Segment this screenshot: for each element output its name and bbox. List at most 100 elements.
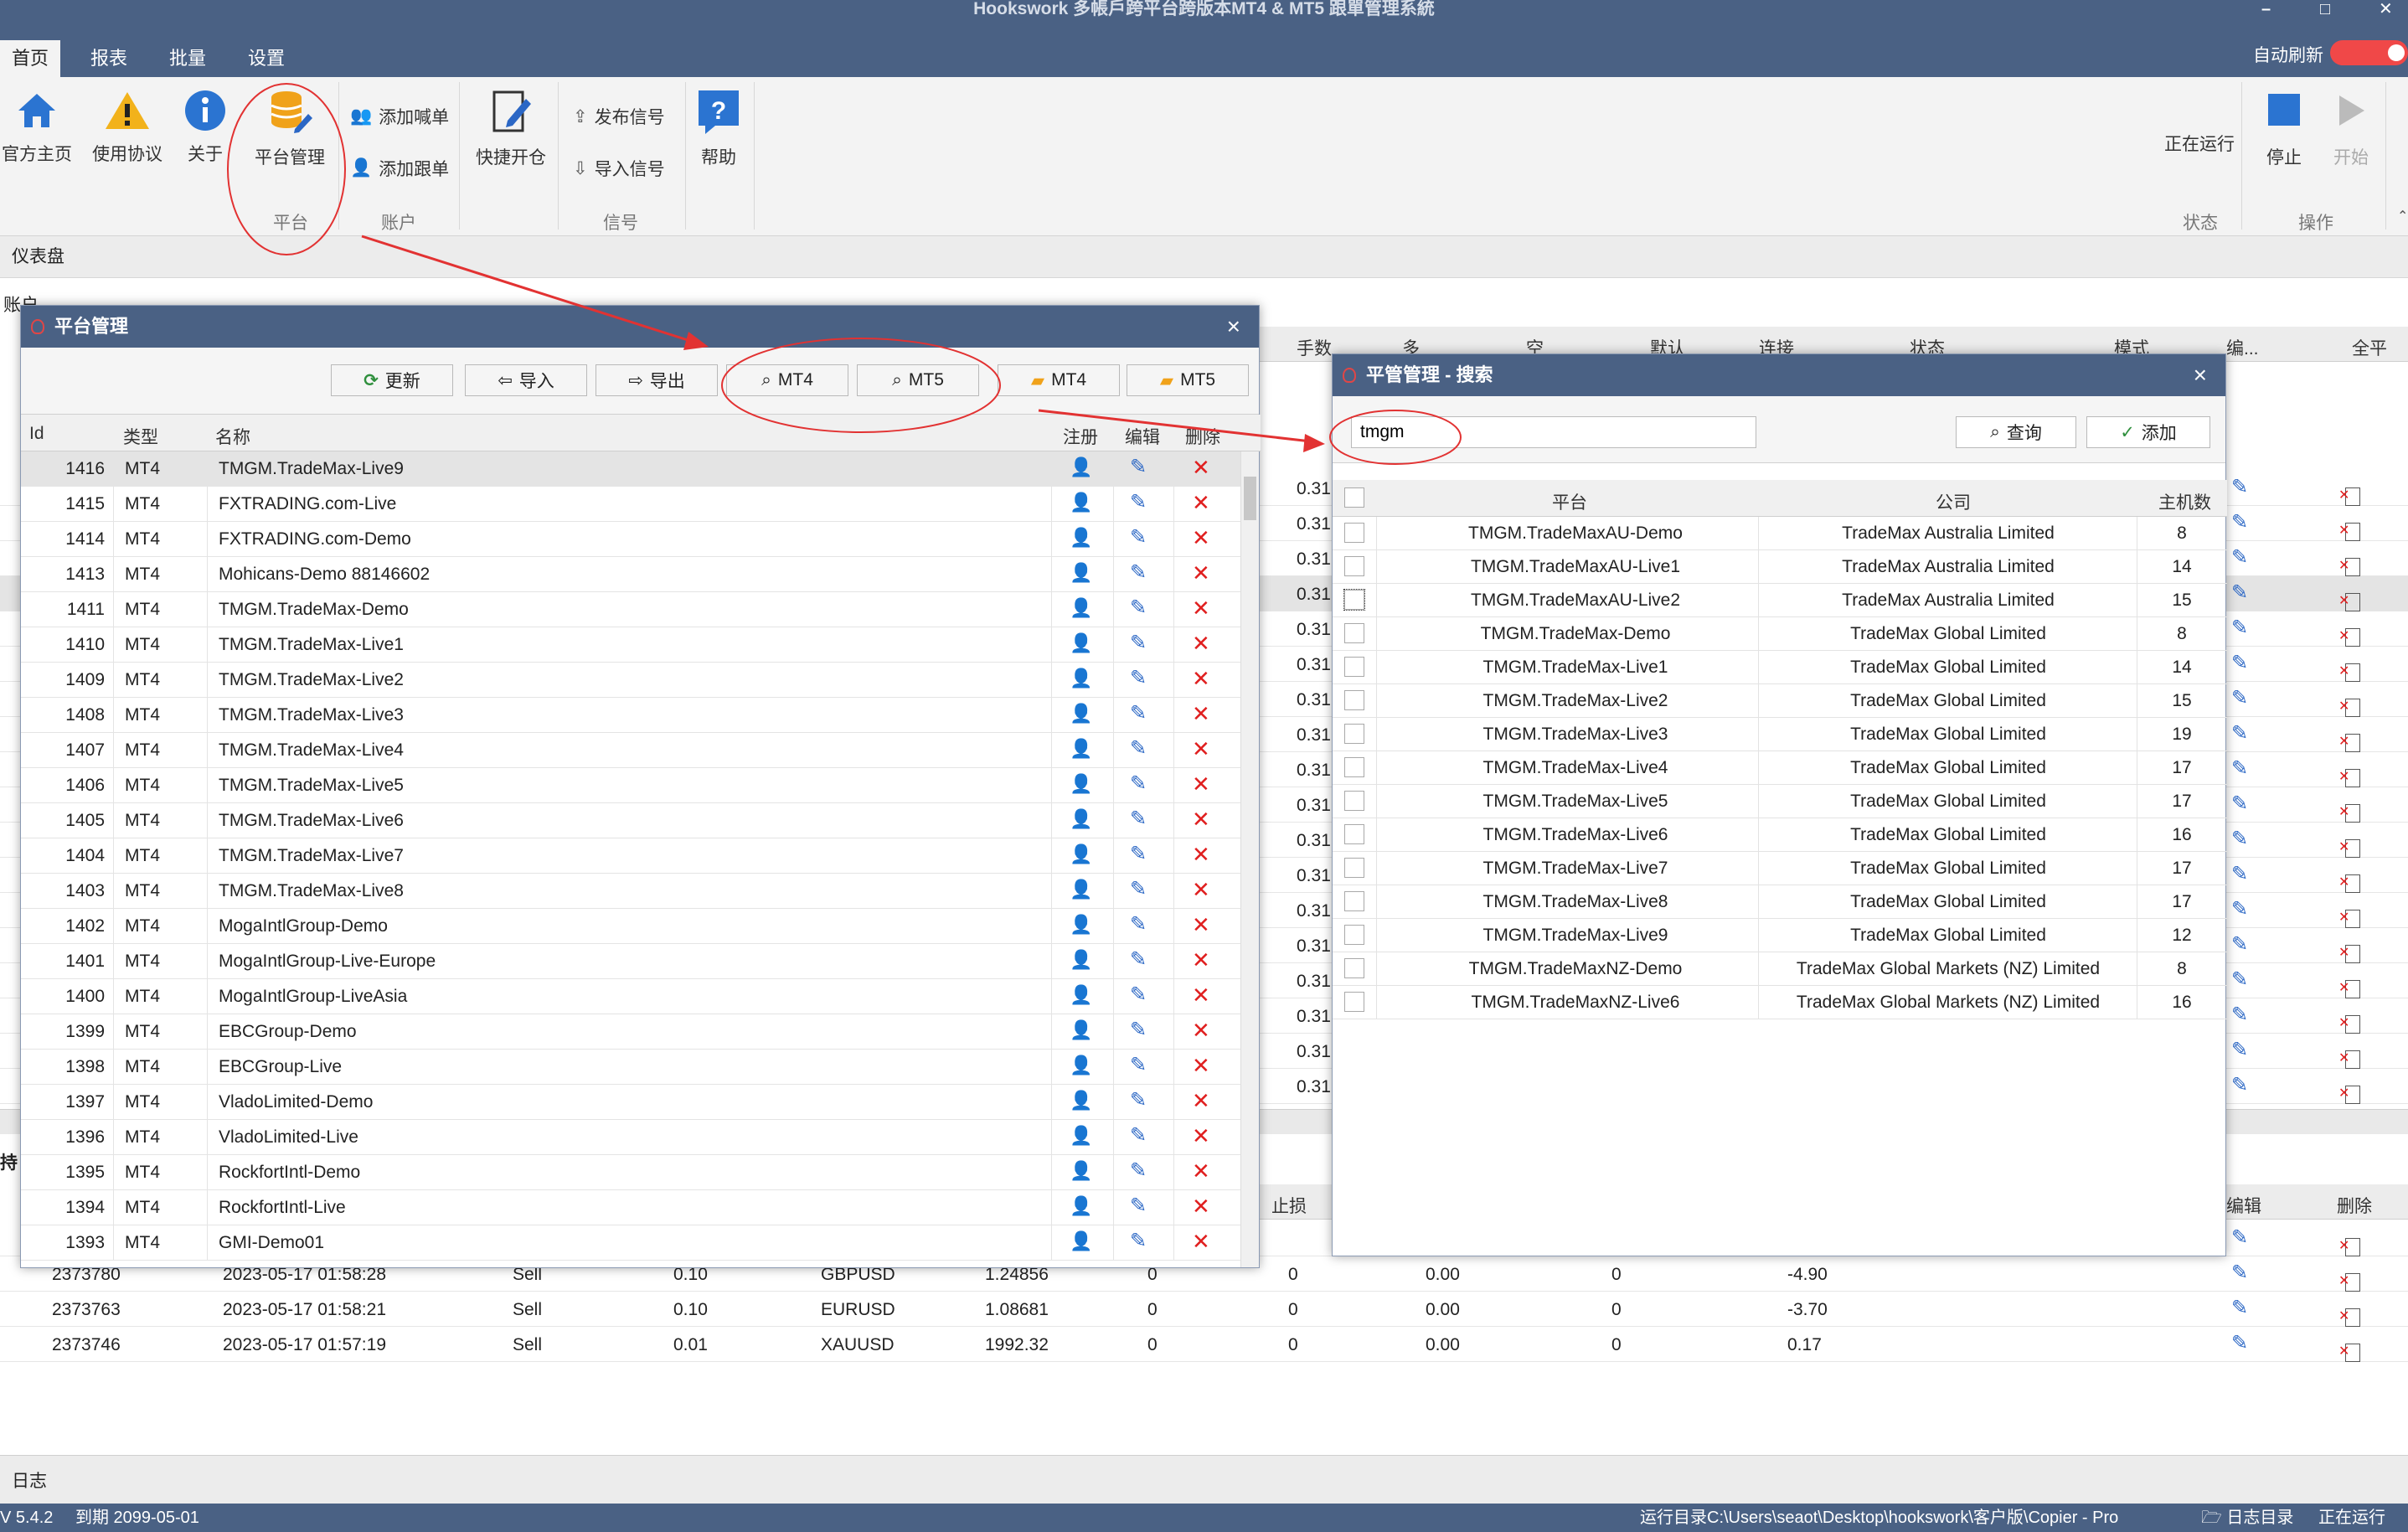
- start-button[interactable]: 开始: [2328, 94, 2374, 169]
- row-checkbox[interactable]: [1343, 589, 1365, 611]
- register-user-icon[interactable]: 👤: [1070, 740, 1092, 758]
- select-all-checkbox[interactable]: [1344, 487, 1364, 508]
- delete-icon[interactable]: ✕: [1192, 492, 1210, 513]
- platform-row[interactable]: 1410 MT4 TMGM.TradeMax-Live1 👤 ✎ ✕: [21, 627, 1240, 663]
- row-checkbox[interactable]: [1344, 958, 1364, 978]
- edit-icon[interactable]: ✎: [2231, 794, 2248, 814]
- delete-icon[interactable]: ✕: [1192, 879, 1210, 900]
- edit-icon[interactable]: ✎: [2231, 759, 2248, 779]
- delete-icon[interactable]: ✕: [1192, 527, 1210, 549]
- row-checkbox[interactable]: [1344, 690, 1364, 710]
- publish-signal-button[interactable]: ⇪ 发布信号: [573, 104, 665, 129]
- edit-icon[interactable]: ✎: [2231, 583, 2248, 603]
- edit-icon[interactable]: ✎: [1130, 633, 1147, 653]
- edit-icon[interactable]: ✎: [2231, 618, 2248, 638]
- delete-icon[interactable]: ✕: [1192, 984, 1210, 1006]
- edit-icon[interactable]: ✎: [1130, 774, 1147, 794]
- edit-icon[interactable]: ✎: [2231, 1040, 2248, 1060]
- edit-icon[interactable]: ✎: [2231, 689, 2248, 709]
- import-button[interactable]: ⇦ 导入: [465, 364, 587, 396]
- platform-row[interactable]: 1393 MT4 GMI-Demo01 👤 ✎ ✕: [21, 1225, 1240, 1261]
- register-user-icon[interactable]: 👤: [1070, 1162, 1092, 1180]
- stop-button[interactable]: 停止: [2261, 94, 2307, 169]
- search-result-row[interactable]: TMGM.TradeMax-Live7 TradeMax Global Limit…: [1333, 852, 2227, 885]
- search-result-row[interactable]: TMGM.TradeMax-Live8 TradeMax Global Limit…: [1333, 885, 2227, 919]
- delete-icon[interactable]: ✕: [1192, 632, 1210, 654]
- edit-icon[interactable]: ✎: [1130, 528, 1147, 548]
- maximize-button[interactable]: □: [2320, 0, 2330, 18]
- tab-settings[interactable]: 设置: [236, 40, 296, 77]
- register-user-icon[interactable]: 👤: [1070, 880, 1092, 899]
- register-user-icon[interactable]: 👤: [1070, 845, 1092, 864]
- position-row[interactable]: 2373746 2023-05-17 01:57:19 Sell 0.01 XAUUSD…: [0, 1327, 2408, 1362]
- platform-row[interactable]: 1404 MT4 TMGM.TradeMax-Live7 👤 ✎ ✕: [21, 838, 1240, 874]
- edit-icon[interactable]: ✎: [1130, 1020, 1147, 1040]
- platform-row[interactable]: 1399 MT4 EBCGroup-Demo 👤 ✎ ✕: [21, 1014, 1240, 1050]
- register-user-icon[interactable]: 👤: [1070, 669, 1092, 688]
- edit-icon[interactable]: ✎: [2231, 477, 2248, 498]
- register-user-icon[interactable]: 👤: [1070, 529, 1092, 547]
- register-user-icon[interactable]: 👤: [1070, 704, 1092, 723]
- row-checkbox[interactable]: [1344, 623, 1364, 643]
- platform-row[interactable]: 1395 MT4 RockfortIntl-Demo 👤 ✎ ✕: [21, 1155, 1240, 1190]
- search-result-row[interactable]: TMGM.TradeMax-Demo TradeMax Global Limite…: [1333, 617, 2227, 651]
- row-checkbox[interactable]: [1344, 891, 1364, 911]
- register-user-icon[interactable]: 👤: [1070, 986, 1092, 1004]
- register-user-icon[interactable]: 👤: [1070, 1127, 1092, 1145]
- row-checkbox[interactable]: [1344, 925, 1364, 945]
- close-platform-dialog-button[interactable]: ×: [1227, 306, 1240, 348]
- platform-row[interactable]: 1414 MT4 FXTRADING.com-Demo 👤 ✎ ✕: [21, 522, 1240, 557]
- add-button[interactable]: ✓ 添加: [2086, 416, 2210, 448]
- platform-row[interactable]: 1409 MT4 TMGM.TradeMax-Live2 👤 ✎ ✕: [21, 663, 1240, 698]
- edit-icon[interactable]: ✎: [1130, 950, 1147, 970]
- search-result-row[interactable]: TMGM.TradeMax-Live3 TradeMax Global Limit…: [1333, 718, 2227, 751]
- platform-row[interactable]: 1416 MT4 TMGM.TradeMax-Live9 👤 ✎ ✕: [21, 451, 1240, 487]
- tab-reports[interactable]: 报表: [79, 40, 139, 77]
- delete-icon[interactable]: ✕: [1192, 668, 1210, 689]
- refresh-button[interactable]: ⟳ 更新: [331, 364, 453, 396]
- run-directory-text[interactable]: 运行目录C:\Users\seaot\Desktop\hookswork\客户版…: [1640, 1504, 2118, 1532]
- edit-icon[interactable]: ✎: [1130, 1231, 1147, 1251]
- folder-mt5-button[interactable]: ▰ MT5: [1127, 364, 1249, 396]
- edit-icon[interactable]: ✎: [2231, 970, 2248, 990]
- platform-row[interactable]: 1398 MT4 EBCGroup-Live 👤 ✎ ✕: [21, 1050, 1240, 1085]
- quick-open-button[interactable]: 快捷开仓: [471, 89, 551, 169]
- row-checkbox[interactable]: [1344, 791, 1364, 811]
- register-user-icon[interactable]: 👤: [1070, 1056, 1092, 1075]
- platform-row[interactable]: 1402 MT4 MogaIntlGroup-Demo 👤 ✎ ✕: [21, 909, 1240, 944]
- delete-icon[interactable]: ✕: [1192, 703, 1210, 725]
- edit-icon[interactable]: ✎: [1130, 1161, 1147, 1181]
- edit-icon[interactable]: ✎: [1130, 1055, 1147, 1075]
- platform-row[interactable]: 1407 MT4 TMGM.TradeMax-Live4 👤 ✎ ✕: [21, 733, 1240, 768]
- platform-management-button[interactable]: 平台管理: [248, 89, 332, 169]
- edit-icon[interactable]: ✎: [2231, 864, 2248, 885]
- search-result-row[interactable]: TMGM.TradeMax-Live2 TradeMax Global Limit…: [1333, 684, 2227, 718]
- edit-icon[interactable]: ✎: [2231, 935, 2248, 955]
- edit-icon[interactable]: ✎: [1130, 879, 1147, 900]
- search-result-row[interactable]: TMGM.TradeMaxAU-Live2 TradeMax Australia …: [1333, 584, 2227, 617]
- platform-row[interactable]: 1413 MT4 Mohicans-Demo 88146602 👤 ✎ ✕: [21, 557, 1240, 592]
- search-result-row[interactable]: TMGM.TradeMax-Live4 TradeMax Global Limit…: [1333, 751, 2227, 785]
- add-signal-account-button[interactable]: 👥 添加喊单: [350, 104, 449, 129]
- edit-icon[interactable]: ✎: [1130, 457, 1147, 477]
- delete-icon[interactable]: ✕: [1192, 562, 1210, 584]
- delete-icon[interactable]: ✕: [1192, 1195, 1210, 1217]
- search-result-row[interactable]: TMGM.TradeMax-Live6 TradeMax Global Limit…: [1333, 818, 2227, 852]
- export-button[interactable]: ⇨ 导出: [596, 364, 718, 396]
- edit-icon[interactable]: ✎: [2231, 900, 2248, 920]
- delete-icon[interactable]: ✕: [1192, 597, 1210, 619]
- register-user-icon[interactable]: 👤: [1070, 916, 1092, 934]
- platform-row[interactable]: 1406 MT4 TMGM.TradeMax-Live5 👤 ✎ ✕: [21, 768, 1240, 803]
- delete-icon[interactable]: ✕: [1192, 1125, 1210, 1147]
- delete-icon[interactable]: ✕: [1192, 1160, 1210, 1182]
- search-result-row[interactable]: TMGM.TradeMaxNZ-Demo TradeMax Global Mark…: [1333, 952, 2227, 986]
- platform-row[interactable]: 1405 MT4 TMGM.TradeMax-Live6 👤 ✎ ✕: [21, 803, 1240, 838]
- edit-icon[interactable]: ✎: [1130, 985, 1147, 1005]
- delete-icon[interactable]: ✕: [1192, 1055, 1210, 1076]
- add-follower-account-button[interactable]: 👤 添加跟单: [350, 156, 449, 181]
- tab-home[interactable]: 首页: [0, 40, 61, 77]
- platform-row[interactable]: 1394 MT4 RockfortIntl-Live 👤 ✎ ✕: [21, 1190, 1240, 1225]
- platform-row[interactable]: 1396 MT4 VladoLimited-Live 👤 ✎ ✕: [21, 1120, 1240, 1155]
- platform-row[interactable]: 1403 MT4 TMGM.TradeMax-Live8 👤 ✎ ✕: [21, 874, 1240, 909]
- search-button[interactable]: ⌕ 查询: [1956, 416, 2076, 448]
